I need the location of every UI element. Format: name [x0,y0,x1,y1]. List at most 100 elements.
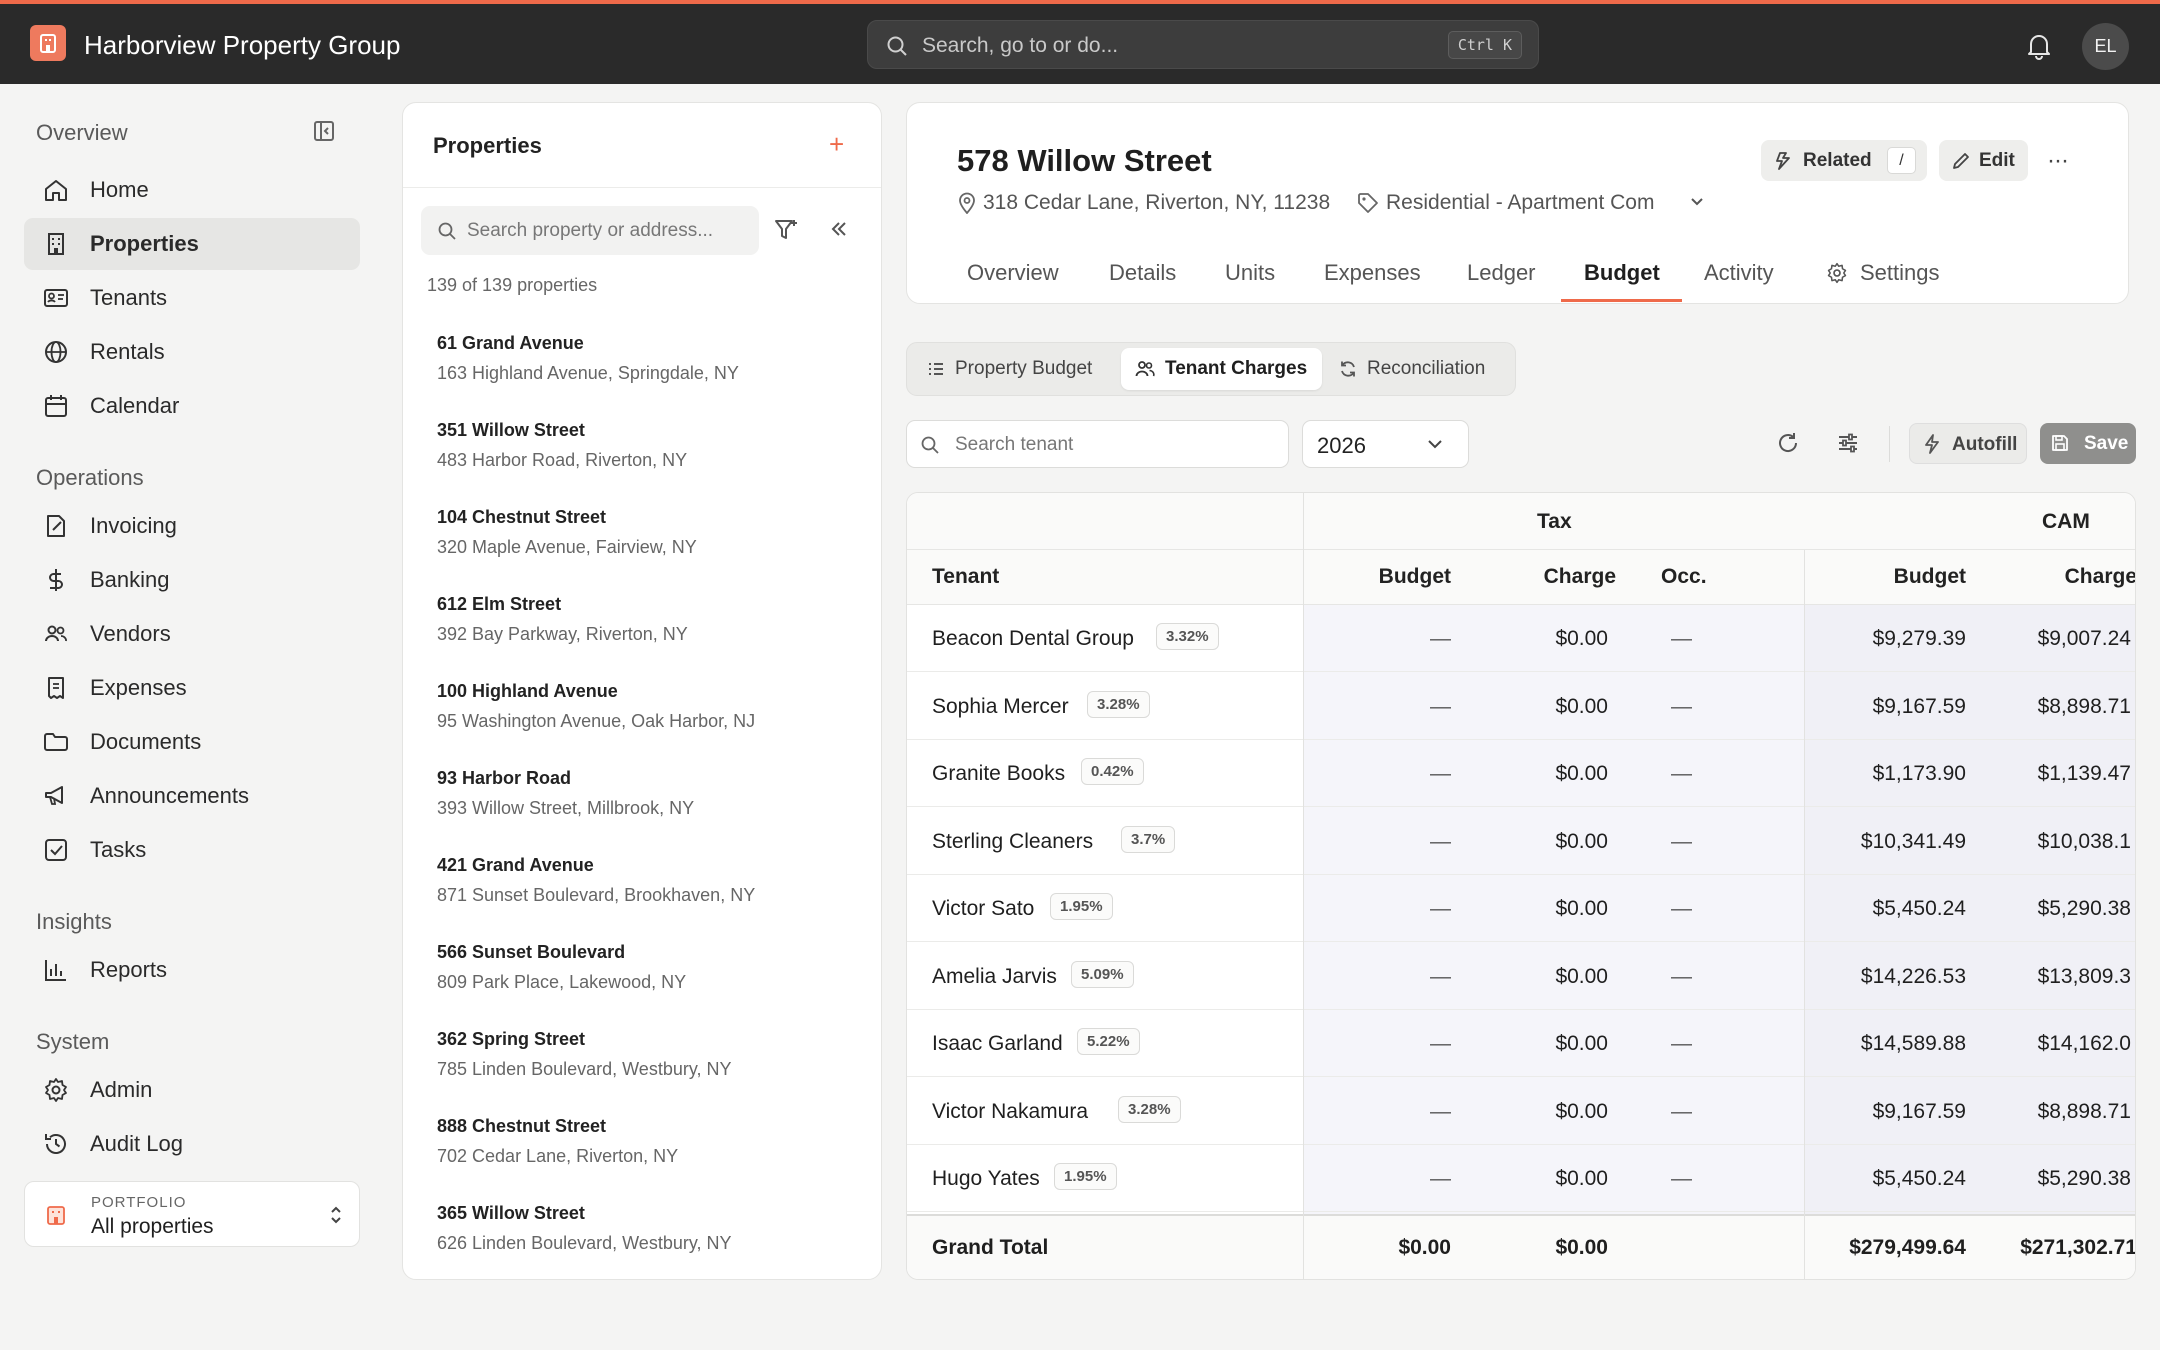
tax-charge-cell[interactable]: $0.00 [1555,695,1608,719]
property-list-item[interactable]: 362 Spring Street 785 Linden Boulevard, … [437,1029,857,1080]
tax-charge-cell[interactable]: $0.00 [1555,762,1608,786]
cam-charge-cell[interactable]: $1,139.47 [2038,762,2131,786]
tab-activity[interactable]: Activity [1704,260,1774,304]
tax-budget-cell[interactable]: — [1430,830,1451,854]
tax-charge-cell[interactable]: $0.00 [1555,1032,1608,1056]
tab-details[interactable]: Details [1109,260,1176,304]
sidebar-item-admin[interactable]: Admin [24,1064,360,1116]
cam-charge-cell[interactable]: $14,162.0 [2038,1032,2131,1056]
tab-settings[interactable]: Settings [1826,260,1940,304]
table-row[interactable]: Victor Sato 1.95% — $0.00 — $5,450.24 $5,290.3… [907,875,2135,942]
cam-budget-cell[interactable]: $9,167.59 [1873,695,1966,719]
cam-charge-cell[interactable]: $9,007.24 [2038,627,2131,651]
tenant-name[interactable]: Sophia Mercer [932,695,1069,719]
property-list-item[interactable]: 61 Grand Avenue 163 Highland Avenue, Spr… [437,333,857,384]
sidebar-item-reports[interactable]: Reports [24,944,360,996]
occ-cell[interactable]: — [1671,965,1692,989]
cam-budget-cell[interactable]: $5,450.24 [1873,1167,1966,1191]
edit-button[interactable]: Edit [1939,140,2028,181]
tab-budget[interactable]: Budget [1584,260,1660,304]
tax-charge-cell[interactable]: $0.00 [1555,897,1608,921]
cam-budget-cell[interactable]: $14,589.88 [1861,1032,1966,1056]
global-search[interactable]: Search, go to or do... Ctrl K [867,20,1539,69]
segment-property-budget[interactable]: Property Budget [913,348,1119,390]
column-header-tax-charge[interactable]: Charge [1544,565,1616,589]
tenant-name[interactable]: Hugo Yates [932,1167,1040,1191]
cam-budget-cell[interactable]: $5,450.24 [1873,897,1966,921]
tax-budget-cell[interactable]: — [1430,1100,1451,1124]
tenant-name[interactable]: Sterling Cleaners [932,830,1093,854]
property-list-item[interactable]: 93 Harbor Road 393 Willow Street, Millbr… [437,768,857,819]
property-list-item[interactable]: 421 Grand Avenue 871 Sunset Boulevard, B… [437,855,857,906]
sliders-icon[interactable] [1836,431,1860,455]
tenant-search-input[interactable]: Search tenant [906,420,1289,468]
tab-expenses[interactable]: Expenses [1324,260,1421,304]
sidebar-item-audit-log[interactable]: Audit Log [24,1118,360,1170]
property-search-input[interactable]: Search property or address... [421,206,759,255]
property-list-item[interactable]: 365 Willow Street 626 Linden Boulevard, … [437,1203,857,1254]
tax-budget-cell[interactable]: — [1430,965,1451,989]
collapse-panel-icon[interactable] [827,217,851,241]
tenant-name[interactable]: Victor Nakamura [932,1100,1088,1124]
tax-budget-cell[interactable]: — [1430,1032,1451,1056]
sidebar-item-announcements[interactable]: Announcements [24,770,360,822]
related-button[interactable]: Related / [1761,140,1927,181]
occ-cell[interactable]: — [1671,1100,1692,1124]
tax-budget-cell[interactable]: — [1430,762,1451,786]
sidebar-item-banking[interactable]: Banking [24,554,360,606]
occ-cell[interactable]: — [1671,897,1692,921]
column-header-occ[interactable]: Occ. [1661,565,1707,589]
cam-charge-cell[interactable]: $5,290.38 [2038,897,2131,921]
property-list-item[interactable]: 612 Elm Street 392 Bay Parkway, Riverton… [437,594,857,645]
segment-reconciliation[interactable]: Reconciliation [1325,348,1511,390]
cam-charge-cell[interactable]: $8,898.71 [2038,695,2131,719]
tax-charge-cell[interactable]: $0.00 [1555,627,1608,651]
sidebar-item-invoicing[interactable]: Invoicing [24,500,360,552]
occ-cell[interactable]: — [1671,1032,1692,1056]
year-select[interactable]: 2026 [1302,420,1469,468]
tab-ledger[interactable]: Ledger [1467,260,1536,304]
refresh-icon[interactable] [1776,431,1800,455]
autofill-button[interactable]: Autofill [1909,423,2027,464]
column-header-cam-charge[interactable]: Charge [2065,565,2135,589]
more-options-icon[interactable]: ··· [2047,147,2069,175]
user-avatar[interactable]: EL [2082,23,2129,70]
sidebar-collapse-icon[interactable] [312,119,336,143]
sidebar-item-expenses[interactable]: Expenses [24,662,360,714]
tax-charge-cell[interactable]: $0.00 [1555,1167,1608,1191]
tax-budget-cell[interactable]: — [1430,627,1451,651]
notifications-bell-icon[interactable] [2026,32,2052,60]
property-list-item[interactable]: 104 Chestnut Street 320 Maple Avenue, Fa… [437,507,857,558]
table-row[interactable]: Hugo Yates 1.95% — $0.00 — $5,450.24 $5,290.38 [907,1145,2135,1212]
table-row[interactable]: Isaac Garland 5.22% — $0.00 — $14,589.88 $14,1… [907,1010,2135,1077]
cam-charge-cell[interactable]: $8,898.71 [2038,1100,2131,1124]
tab-units[interactable]: Units [1225,260,1275,304]
occ-cell[interactable]: — [1671,695,1692,719]
table-row[interactable]: Amelia Jarvis 5.09% — $0.00 — $14,226.53 $13,8… [907,943,2135,1010]
cam-budget-cell[interactable]: $10,341.49 [1861,830,1966,854]
property-list-item[interactable]: 100 Highland Avenue 95 Washington Avenue… [437,681,857,732]
save-button[interactable]: Save [2040,423,2136,464]
table-row[interactable]: Beacon Dental Group 3.32% — $0.00 — $9,279.39… [907,605,2135,672]
cam-budget-cell[interactable]: $9,279.39 [1873,627,1966,651]
cam-budget-cell[interactable]: $1,173.90 [1873,762,1966,786]
sidebar-item-tenants[interactable]: Tenants [24,272,360,324]
segment-tenant-charges[interactable]: Tenant Charges [1121,348,1322,390]
app-logo-icon[interactable] [30,25,66,61]
cam-budget-cell[interactable]: $14,226.53 [1861,965,1966,989]
tax-charge-cell[interactable]: $0.00 [1555,965,1608,989]
cam-charge-cell[interactable]: $13,809.3 [2038,965,2131,989]
table-row[interactable]: Granite Books 0.42% — $0.00 — $1,173.90 $1,139… [907,740,2135,807]
column-header-cam-budget[interactable]: Budget [1894,565,1966,589]
occ-cell[interactable]: — [1671,627,1692,651]
cam-charge-cell[interactable]: $5,290.38 [2038,1167,2131,1191]
sidebar-item-home[interactable]: Home [24,164,360,216]
portfolio-switcher[interactable]: PORTFOLIO All properties [24,1181,360,1247]
chevron-down-icon[interactable] [1689,195,1705,209]
occ-cell[interactable]: — [1671,830,1692,854]
add-property-button[interactable]: + [829,129,844,160]
tax-budget-cell[interactable]: — [1430,695,1451,719]
property-list-item[interactable]: 566 Sunset Boulevard 809 Park Place, Lak… [437,942,857,993]
filter-icon[interactable] [773,217,799,243]
property-list-item[interactable]: 351 Willow Street 483 Harbor Road, River… [437,420,857,471]
